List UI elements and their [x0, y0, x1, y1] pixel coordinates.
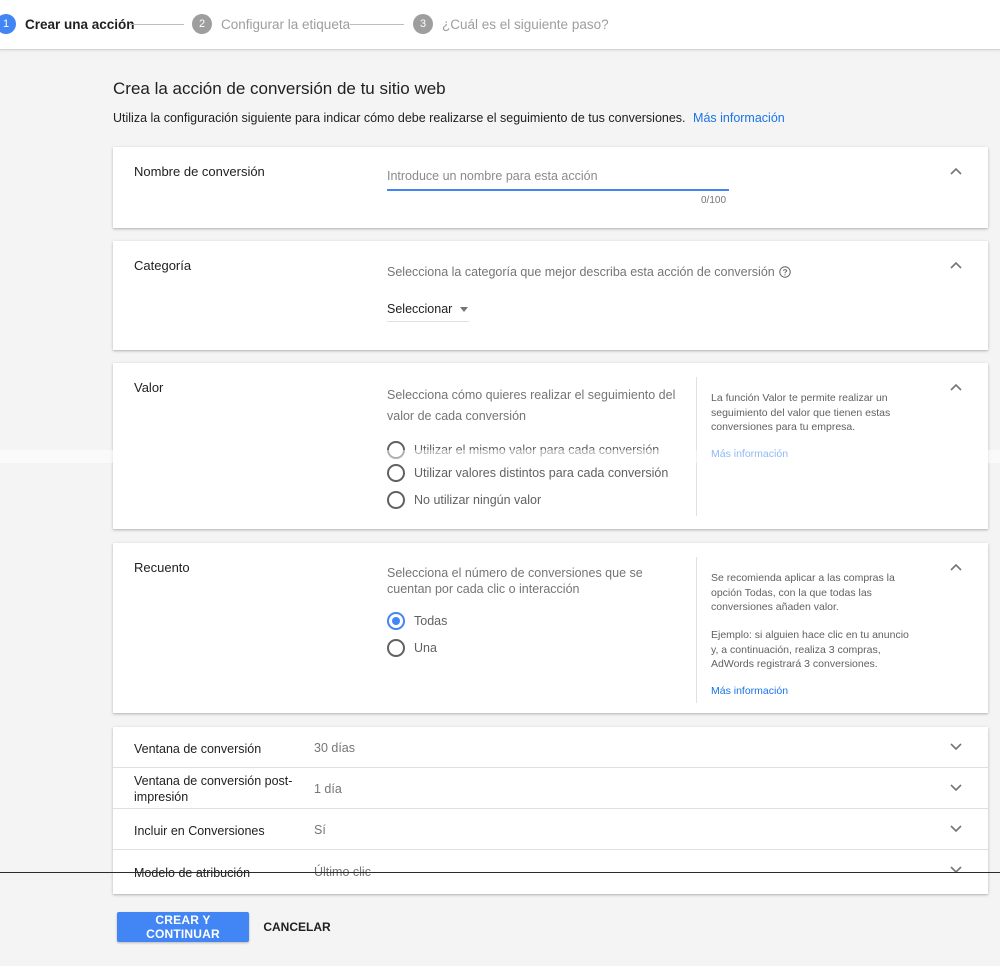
setting-label: Ventana de conversión [134, 742, 262, 756]
step-label: Configurar la etiqueta [221, 16, 351, 32]
value-option-same[interactable]: Utilizar el mismo valor para cada conver… [387, 441, 659, 459]
value-option-none[interactable]: No utilizar ningún valor [387, 491, 541, 509]
setting-label: Incluir en Conversiones [134, 824, 265, 838]
setting-label: Modelo de atribución [134, 866, 251, 880]
radio-label: Una [414, 641, 437, 655]
setting-include-in-conversions[interactable]: Incluir en Conversiones Sí [113, 809, 988, 850]
step-3[interactable]: 3 ¿Cuál es el siguiente paso? [413, 14, 609, 34]
setting-value: Último clic [314, 865, 371, 879]
value-more-info-link[interactable]: Más información [711, 448, 788, 460]
chevron-up-icon[interactable] [948, 163, 964, 179]
description-text: Utiliza la configuración siguiente para … [113, 111, 686, 125]
setting-value: Sí [314, 823, 326, 837]
help-icon[interactable] [779, 266, 791, 278]
setting-value: 30 días [314, 741, 356, 755]
radio-button-checked[interactable] [387, 612, 405, 630]
radio-label: Utilizar el mismo valor para cada conver… [414, 443, 660, 457]
chevron-up-icon[interactable] [948, 559, 964, 575]
page-title: Crea la acción de conversión de tu sitio… [113, 79, 446, 98]
step-1[interactable]: 1 Crear una acción [0, 14, 135, 34]
more-info-link[interactable]: Más información [693, 111, 785, 125]
radio-button[interactable] [387, 441, 405, 459]
hint-text: Selecciona la categoría que mejor descri… [387, 265, 775, 279]
chevron-down-icon[interactable] [948, 780, 964, 796]
count-hint: Selecciona el número de conversiones que… [387, 566, 643, 596]
count-card: Recuento Selecciona el número de convers… [113, 543, 988, 713]
card-label: Categoría [134, 258, 192, 273]
card-label: Nombre de conversión [134, 164, 265, 179]
category-hint: Selecciona la categoría que mejor descri… [387, 262, 791, 282]
chevron-up-icon[interactable] [948, 379, 964, 395]
step-label: ¿Cuál es el siguiente paso? [442, 16, 609, 32]
radio-label: Utilizar valores distintos para cada con… [414, 466, 669, 480]
side-divider [696, 557, 697, 703]
category-select[interactable]: Seleccionar [387, 297, 469, 322]
value-card: Valor Selecciona cómo quieres realizar e… [113, 363, 988, 529]
value-option-different[interactable]: Utilizar valores distintos para cada con… [387, 464, 668, 482]
chevron-up-icon[interactable] [948, 257, 964, 273]
step-2[interactable]: 2 Configurar la etiqueta [192, 14, 350, 34]
radio-button[interactable] [387, 639, 405, 657]
cancel-button[interactable]: CANCELAR [258, 912, 336, 942]
char-counter: 0/100 [701, 195, 727, 206]
value-side-text: La función Valor te permite realizar un … [711, 392, 891, 433]
count-side-text-1: Se recomienda aplicar a las compras la o… [711, 572, 895, 613]
step-connector [130, 24, 184, 25]
step-connector [350, 24, 404, 25]
step-number: 1 [0, 14, 16, 34]
side-divider [696, 377, 697, 516]
category-card: Categoría Selecciona la categoría que me… [113, 241, 988, 350]
setting-attribution-model[interactable]: Modelo de atribución Último clic [113, 850, 988, 891]
select-value: Seleccionar [387, 302, 453, 316]
radio-label: Todas [414, 614, 448, 628]
settings-card: Ventana de conversión 30 días Ventana de… [113, 727, 988, 894]
setting-view-through-window[interactable]: Ventana de conversión post-impresión 1 d… [113, 768, 988, 809]
count-more-info-link[interactable]: Más información [711, 685, 788, 697]
step-label: Crear una acción [25, 16, 135, 32]
create-and-continue-button[interactable]: CREAR Y CONTINUAR [117, 912, 249, 942]
stepper: 1 Crear una acción 2 Configurar la etiqu… [0, 0, 1000, 50]
conversion-name-card: Nombre de conversión 0/100 [113, 147, 988, 228]
chevron-down-icon[interactable] [948, 821, 964, 837]
card-label: Valor [134, 380, 164, 395]
radio-button[interactable] [387, 464, 405, 482]
page-description: Utiliza la configuración siguiente para … [113, 111, 785, 125]
radio-label: No utilizar ningún valor [414, 493, 542, 507]
setting-label: Ventana de conversión post-impresión [134, 774, 293, 804]
value-hint: Selecciona cómo quieres realizar el segu… [387, 388, 676, 423]
chevron-down-icon[interactable] [948, 739, 964, 755]
card-label: Recuento [134, 560, 190, 575]
setting-conversion-window[interactable]: Ventana de conversión 30 días [113, 727, 988, 768]
caret-down-icon [460, 306, 469, 312]
count-side-text-2: Ejemplo: si alguien hace clic en tu anun… [711, 629, 909, 670]
conversion-name-input[interactable] [387, 163, 729, 191]
count-option-all[interactable]: Todas [387, 612, 447, 630]
radio-button[interactable] [387, 491, 405, 509]
setting-value: 1 día [314, 782, 342, 796]
step-number: 2 [192, 14, 212, 34]
chevron-down-icon[interactable] [948, 862, 964, 878]
step-number: 3 [413, 14, 433, 34]
count-option-one[interactable]: Una [387, 639, 437, 657]
